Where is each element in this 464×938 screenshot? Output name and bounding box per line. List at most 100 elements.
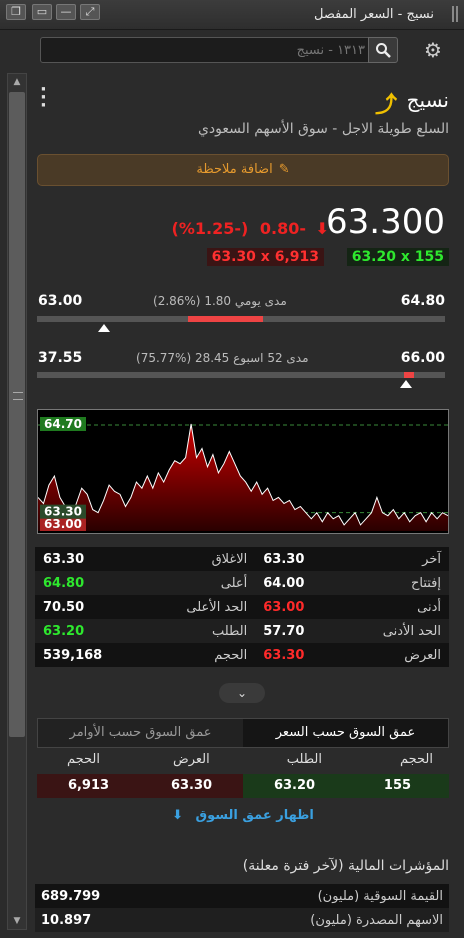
scroll-up-icon[interactable]: ▲ [8,74,26,90]
stats-label-right: أدنى [417,599,441,615]
show-depth-label: اظهار عمق السوق [195,808,314,823]
stats-value-right: 57.70 [263,623,305,639]
week52-range-bar [37,372,445,388]
depth-ask-price: 63.30 [140,774,243,798]
trend-up-icon: ⤴ [374,93,397,118]
week52-range-marker [400,380,413,388]
stats-row: 539,168 الحجم 63.30 العرض [35,643,449,667]
depth-tabs: عمق السوق حسب السعر عمق السوق حسب الأوام… [37,718,449,748]
daily-range-label: مدى يومي 1.80 (%2.86) [153,294,287,308]
window-restore-button[interactable]: ❐ [6,4,26,20]
financials-value: 10.897 [41,912,92,928]
financials-table: 689.799 القيمة السوقية (مليون) 10.897 الاسه… [35,884,449,932]
title-grip-icon[interactable] [452,6,458,22]
window-maximize-button[interactable]: ▭ [32,4,52,20]
best-ask: 63.30 x 6,913 [206,248,324,266]
chart-last-tag: 63.30 [44,505,82,519]
tab-depth-by-price[interactable]: عمق السوق حسب السعر [243,719,448,747]
expand-stats-button[interactable]: ⌄ [219,683,265,703]
stats-label-left: الطلب [211,623,248,639]
stats-value-right: 64.00 [263,575,305,591]
window-popout-button[interactable]: ⤢ [80,4,100,20]
stats-label-left: الاغلاق [211,551,248,567]
financials-row: 689.799 القيمة السوقية (مليون) [35,884,449,908]
search-icon [376,43,391,58]
stats-value-left: 64.80 [43,575,85,591]
stats-value-right: 63.30 [263,551,305,567]
depth-head-ask: العرض [173,752,210,767]
stats-value-right: 63.30 [263,647,305,663]
financials-label: الاسهم المصدرة (مليون) [310,912,443,928]
depth-head-ask-qty: الحجم [67,752,101,767]
financials-row: 10.897 الاسهم المصدرة (مليون) [35,908,449,932]
intraday-chart-svg: 63.00 64.70 63.30 [38,417,448,531]
stats-table: 63.30 الاغلاق 63.30 آخر 64.80 أعلى 64.00 إفتتاح… [35,547,449,667]
stats-label-right: إفتتاح [410,575,441,591]
daily-range-bar [37,316,445,332]
chart-low-tag: 63.00 [44,517,82,531]
daily-high: 64.80 [400,293,445,309]
depth-header: الحجم الطلب العرض الحجم [37,750,449,772]
window-titlebar: ❐ ▭ — ⤢ نسيج - السعر المفصل [0,0,464,30]
arrow-down-icon: ⬇ [172,808,183,823]
stats-value-left: 63.20 [43,623,85,639]
search-input[interactable] [45,40,365,60]
daily-low: 63.00 [38,293,83,309]
depth-bid-qty: 155 [346,774,449,798]
daily-range-fill [187,316,264,322]
search-box[interactable] [40,37,397,63]
market-subtitle: السلع طويلة الاجل - سوق الأسهم السعودي [197,121,449,137]
scroll-grip-icon [13,392,23,400]
add-note-button[interactable]: ✎ اضافة ملاحظة [37,154,449,186]
stats-label-left: الحجم [214,647,248,663]
depth-head-bid: الطلب [286,752,322,767]
financials-title: المؤشرات المالية (لآخر فترة معلنة) [242,858,449,874]
week52-high: 66.00 [400,350,445,366]
gear-icon: ⚙ [424,38,442,62]
window-title: نسيج - السعر المفصل [313,7,434,22]
intraday-chart[interactable]: 63.00 64.70 63.30 [37,409,449,534]
stats-row: 64.80 أعلى 64.00 إفتتاح [35,571,449,595]
add-note-label: اضافة ملاحظة [196,162,273,177]
tab-depth-by-orders[interactable]: عمق السوق حسب الأوامر [38,719,243,747]
window-minimize-button[interactable]: — [56,4,76,20]
bid-ask-row: 63.20 x 155 63.30 x 6,913 [206,248,449,268]
stats-row: 70.50 الحد الأعلى 63.00 أدنى [35,595,449,619]
change-value: 0.80- [259,219,307,238]
depth-row: 6,913 63.30 63.20 155 [37,774,449,798]
financials-label: القيمة السوقية (مليون) [317,888,443,904]
stats-label-right: الحد الأدنى [382,623,441,639]
search-button[interactable] [368,37,398,63]
scroll-thumb[interactable] [9,92,25,737]
settings-button[interactable]: ⚙ [421,38,445,62]
company-name: نسيج [406,88,449,112]
stats-row: 63.30 الاغلاق 63.30 آخر [35,547,449,571]
stats-value-left: 539,168 [43,647,103,663]
stats-label-left: الحد الأعلى [186,599,248,615]
vertical-scrollbar[interactable]: ▲ ▼ [7,73,27,930]
stats-label-right: آخر [422,551,441,567]
stats-row: 63.20 الطلب 57.70 الحد الأدنى [35,619,449,643]
depth-head-bid-qty: الحجم [399,752,433,767]
stats-value-left: 70.50 [43,599,85,615]
stats-value-left: 63.30 [43,551,85,567]
scroll-down-icon[interactable]: ▼ [8,913,26,929]
stats-label-right: العرض [404,647,441,663]
week52-range-fill [404,372,415,378]
show-depth-link[interactable]: اظهار عمق السوق ⬇ [37,808,449,828]
edit-icon: ✎ [278,162,290,177]
daily-range-marker [98,324,111,332]
chevron-down-icon: ⌄ [236,686,248,700]
chart-high-tag: 64.70 [44,417,82,431]
financials-value: 689.799 [41,888,101,904]
change-percent: (%1.25-) [171,219,249,238]
best-bid: 63.20 x 155 [346,248,449,266]
depth-ask-qty: 6,913 [37,774,140,798]
search-row: ⚙ [0,30,464,70]
last-price: 63.300 [326,202,445,242]
kebab-menu-icon[interactable]: · · · [40,81,47,115]
week52-low: 37.55 [38,350,83,366]
arrow-down-icon: ⬇ [315,219,329,238]
stats-value-right: 63.00 [263,599,305,615]
stats-label-left: أعلى [220,575,248,591]
